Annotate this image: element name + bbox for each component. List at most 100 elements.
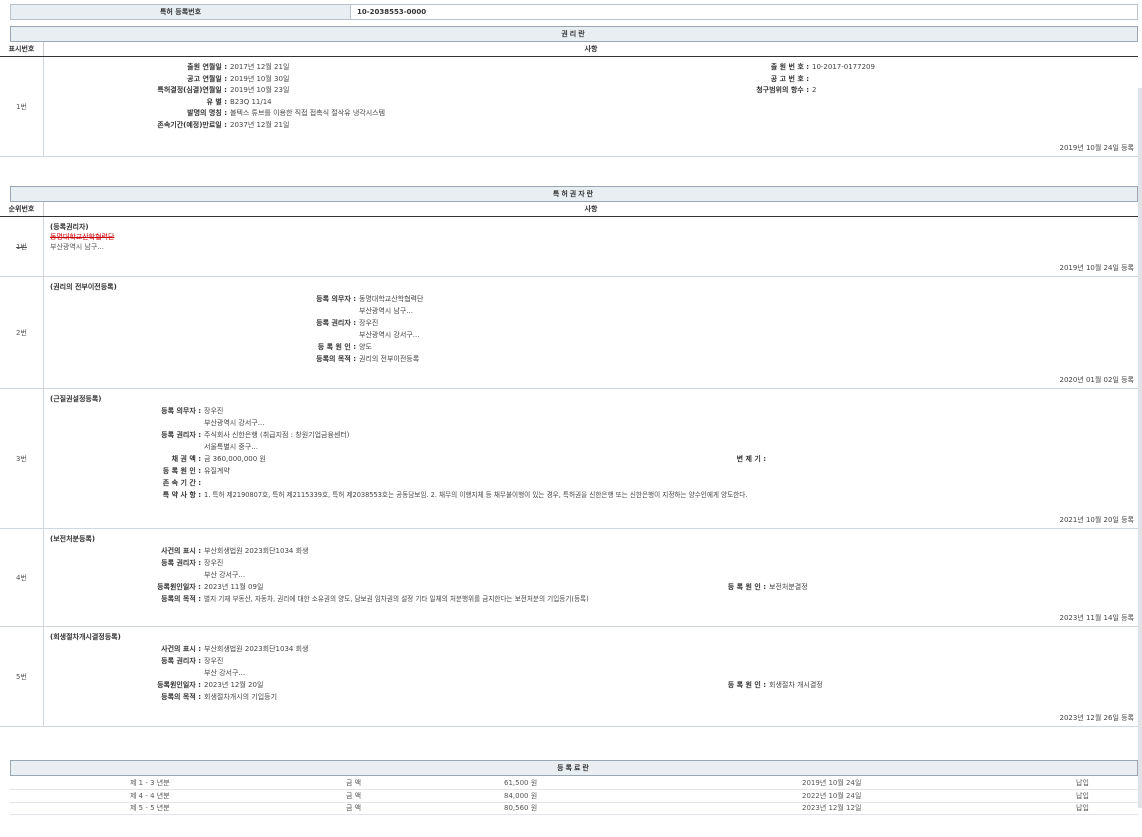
field-value: 부산회생법원 2023회단1034 회생 [204, 546, 308, 556]
top-label: 특허 등록번호 [11, 5, 351, 19]
row-type: (보전처분등록) [50, 534, 95, 544]
fee-divider [10, 814, 1138, 815]
field-label: 사건의 표시 : [44, 546, 201, 556]
row-type: (근질권설정등록) [50, 394, 101, 404]
registration-stamp: 2019년 10월 24일 등록 [1059, 143, 1134, 153]
field-value: 2017년 12월 21일 [230, 62, 289, 72]
fee-status: 납입 [1076, 791, 1089, 801]
field-value: 양도 [359, 342, 372, 352]
field-label: 등록 권리자 : [44, 318, 356, 328]
field-value: 유질계약 [204, 466, 230, 476]
fee-status: 납입 [1076, 803, 1089, 813]
field-value: 서울특별시 중구... [204, 442, 258, 452]
right-value: 보전처분결정 [769, 582, 808, 592]
fee-section-title: 등록료란 [10, 760, 1138, 776]
top-number-bar: 특허 등록번호 10-2038553-0000 [10, 4, 1138, 20]
field-label: 등록의 목적 : [44, 692, 201, 702]
row-number: 4번 [0, 529, 44, 626]
field-value: 주식회사 신한은행 (취급지점 : 창원기업금융센터) [204, 430, 350, 440]
holder-row: 3번(근질권설정등록)등록 의무자 :장우진부산광역시 강서구...등록 권리자… [0, 389, 1138, 529]
holder-row: 2번(권리의 전부이전등록)등록 의무자 :동명대학교산학협력단부산광역시 남구… [0, 277, 1138, 389]
holder-row-content: (권리의 전부이전등록)등록 의무자 :동명대학교산학협력단부산광역시 남구..… [44, 277, 1138, 388]
holder-row-content: (회생절차개시결정등록)사건의 표시 :부산회생법원 2023회단1034 회생… [44, 627, 1138, 726]
top-value: 10-2038553-0000 [351, 5, 1137, 19]
fee-period: 제 1 - 3 년분 [130, 778, 170, 788]
field-label: 특허결정(심결)연월일 : [44, 85, 227, 95]
registration-page: 특허 등록번호 10-2038553-0000 권리란 표시번호 사항 1번 출… [0, 0, 1142, 837]
holder-row-content: (근질권설정등록)등록 의무자 :장우진부산광역시 강서구...등록 권리자 :… [44, 389, 1138, 528]
col-item: 사항 [44, 42, 1138, 56]
field-value: 2 [812, 85, 816, 95]
holder-row: 5번(회생절차개시결정등록)사건의 표시 :부산회생법원 2023회단1034 … [0, 627, 1138, 727]
registration-stamp: 2023년 11월 14일 등록 [1059, 613, 1134, 623]
field-value: 장우진 [204, 558, 223, 568]
field-label: 등록원인일자 : [44, 582, 201, 592]
registration-stamp: 2021년 10월 20일 등록 [1059, 515, 1134, 525]
field-value: 10-2017-0177209 [812, 62, 875, 72]
holder-section-title: 특허권자란 [10, 186, 1138, 202]
holder-row: 4번(보전처분등록)사건의 표시 :부산회생법원 2023회단1034 회생등록… [0, 529, 1138, 627]
right-label: 등 록 원 인 : [644, 582, 766, 592]
holder-row: 1번(등록권리자)동명대학교산학협력단부산광역시 남구...2019년 10월 … [0, 217, 1138, 277]
field-value: 부산 강서구... [204, 570, 245, 580]
scrollbar[interactable] [1138, 88, 1142, 808]
registration-stamp: 2019년 10월 24일 등록 [1059, 263, 1134, 273]
right-value: 회생절차 개시결정 [769, 680, 823, 690]
fee-period: 제 5 - 5 년분 [130, 803, 170, 813]
holder-section: 특허권자란 순위번호 사항 1번(등록권리자)동명대학교산학협력단부산광역시 남… [10, 186, 1138, 727]
registration-stamp: 2023년 12월 26일 등록 [1059, 713, 1134, 723]
field-label: 등록의 목적 : [44, 354, 356, 364]
row-type: (등록권리자) [50, 222, 89, 232]
fee-label: 금 액 [346, 791, 361, 801]
row-number: 1번 [0, 57, 44, 156]
row-number: 3번 [0, 389, 44, 528]
fee-date: 2019년 10월 24일 [802, 778, 861, 788]
rights-row-content: 출원 연월일 :2017년 12월 21일공고 연월일 :2019년 10월 3… [44, 57, 1138, 156]
field-label: 등록원인일자 : [44, 680, 201, 690]
right-label: 변 제 기 : [644, 454, 766, 464]
field-label: 청구범위의 항수 : [644, 85, 809, 95]
fee-period: 제 4 - 4 년분 [130, 791, 170, 801]
field-label: 출 원 번 호 : [644, 62, 809, 72]
field-value: 2023년 12월 20일 [204, 680, 263, 690]
holder-rows: 1번(등록권리자)동명대학교산학협력단부산광역시 남구...2019년 10월 … [0, 217, 1138, 727]
holder-column-header: 순위번호 사항 [0, 202, 1138, 217]
field-value: 볼텍스 튜브를 이용한 직접 접촉식 절삭유 냉각시스템 [230, 108, 385, 118]
rights-row: 1번 출원 연월일 :2017년 12월 21일공고 연월일 :2019년 10… [0, 57, 1138, 157]
fee-amount: 80,560 원 [504, 803, 537, 813]
fee-label: 금 액 [346, 778, 361, 788]
holder-row-content: (등록권리자)동명대학교산학협력단부산광역시 남구... 2019년 10월 24… [44, 217, 1138, 276]
row-number: 5번 [0, 627, 44, 726]
field-label: 등 록 원 인 : [44, 342, 356, 352]
field-label: 출원 연월일 : [44, 62, 227, 72]
field-value: B23Q 11/14 [230, 97, 272, 107]
field-value: 권리의 전부이전등록 [359, 354, 419, 364]
field-label: 유 별 : [44, 97, 227, 107]
field-value: 회생절차개시의 기입등기 [204, 692, 277, 702]
field-value: 2019년 10월 23일 [230, 85, 289, 95]
registration-stamp: 2020년 01월 02일 등록 [1059, 375, 1134, 385]
fee-divider [10, 789, 1138, 790]
field-value: 금 360,000,000 원 [204, 454, 266, 464]
field-value: 장우진 [204, 406, 223, 416]
col-rank: 순위번호 [0, 202, 44, 216]
field-value: 부산광역시 강서구... [359, 330, 419, 340]
row-number: 2번 [0, 277, 44, 388]
field-label: 등록 의무자 : [44, 294, 356, 304]
field-label: 등록 권리자 : [44, 430, 201, 440]
holder-address: 부산광역시 남구... [50, 242, 104, 252]
holder-name: 동명대학교산학협력단 [50, 232, 114, 242]
field-label: 등 록 원 인 : [44, 466, 201, 476]
field-value: 부산광역시 남구... [359, 306, 413, 316]
field-label: 특 약 사 항 : [44, 490, 201, 500]
fee-amount: 84,000 원 [504, 791, 537, 801]
field-value: 2023년 11월 09일 [204, 582, 263, 592]
field-label: 공고 연월일 : [44, 74, 227, 84]
rights-column-header: 표시번호 사항 [0, 42, 1138, 57]
row-type: (권리의 전부이전등록) [50, 282, 117, 292]
col-item: 사항 [44, 202, 1138, 216]
rights-section: 권리란 표시번호 사항 1번 출원 연월일 :2017년 12월 21일공고 연… [10, 26, 1138, 157]
fee-section: 등록료란 제 1 - 3 년분금 액61,500 원2019년 10월 24일납… [10, 760, 1138, 816]
field-value: 1. 특허 제2190807호, 특허 제2115339호, 특허 제20385… [204, 490, 747, 500]
field-label: 등록 권리자 : [44, 558, 201, 568]
